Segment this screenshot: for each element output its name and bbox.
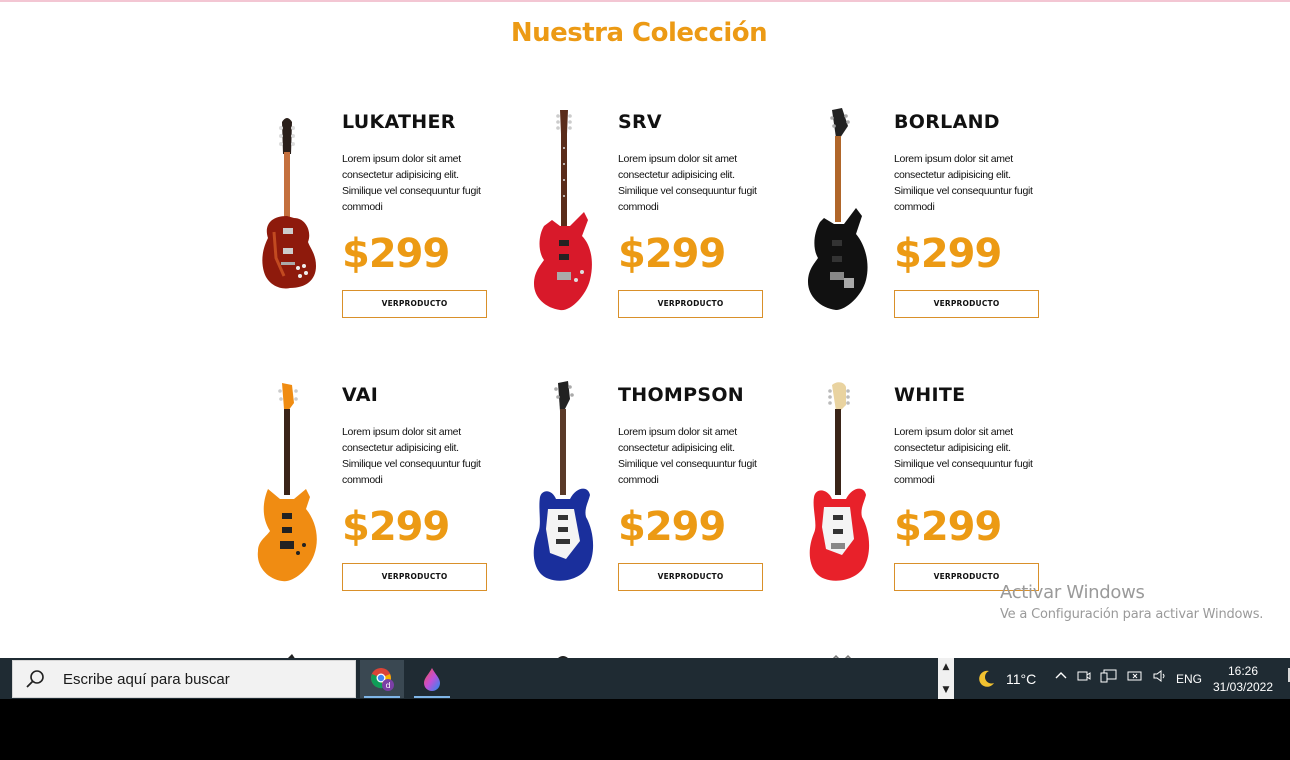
battery-power-icon[interactable] [1126,668,1144,689]
guitar-image-white [809,382,870,581]
product-name: WHITE [894,384,966,406]
clock-date: 31/03/2022 [1212,679,1274,694]
product-description: Lorem ipsum dolor sit amet consectetur a… [342,153,481,213]
taskbar-clock[interactable]: 16:26 31/03/2022 [1208,658,1278,699]
product-description: Lorem ipsum dolor sit amet consectetur a… [894,153,1033,213]
language-indicator[interactable]: ENG [1176,658,1202,699]
taskbar-app-paint[interactable] [410,660,454,698]
scroll-down-icon[interactable]: ▼ [938,683,954,697]
view-product-button[interactable]: VERPRODUCTO [618,563,763,591]
product-price: $299 [894,231,1002,277]
product-description: Lorem ipsum dolor sit amet consectetur a… [618,153,757,213]
view-product-button[interactable]: VERPRODUCTO [618,290,763,318]
product-card: SRV Lorem ipsum dolor sit amet consectet… [530,108,800,348]
view-product-button[interactable]: VERPRODUCTO [342,290,487,318]
view-product-button[interactable]: VERPRODUCTO [342,563,487,591]
guitar-image-thompson [533,381,594,581]
network-icon[interactable] [1100,668,1118,689]
weather-widget[interactable]: 11°C [976,658,1036,699]
active-app-indicator [364,696,400,698]
guitar-image-srv [534,110,592,311]
product-name: SRV [618,111,662,133]
product-description: Lorem ipsum dolor sit amet consectetur a… [618,426,757,486]
product-description: Lorem ipsum dolor sit amet consectetur a… [894,426,1033,486]
product-name: THOMPSON [618,384,744,406]
svg-text:d: d [385,681,390,690]
scroll-up-icon[interactable]: ▲ [938,660,954,674]
taskbar-app-chrome[interactable]: d [360,660,404,698]
top-border [0,0,1290,2]
paint-drop-icon [424,668,440,691]
product-card: VAI Lorem ipsum dolor sit amet consectet… [254,381,524,621]
moon-icon [979,670,994,687]
product-price: $299 [894,504,1002,550]
meet-now-icon[interactable] [1076,668,1092,689]
product-price: $299 [342,504,450,550]
guitar-image-vai [257,383,317,582]
scroll-control[interactable]: ▲ ▼ [938,658,954,699]
product-name: BORLAND [894,111,1000,133]
clock-time: 16:26 [1227,663,1259,678]
product-price: $299 [618,504,726,550]
page: Nuestra Colección LUKATHER Lorem ipsum d… [0,0,1290,658]
app-indicator [414,696,450,698]
product-name: LUKATHER [342,111,456,133]
volume-icon[interactable] [1152,668,1168,689]
windows-activation-watermark: Activar Windows Ve a Configuración para … [1000,582,1263,625]
screen-bottom-bezel [0,699,1290,760]
chevron-up-icon[interactable] [1054,669,1068,688]
guitar-image-lukather [262,118,316,289]
search-icon [26,670,44,688]
section-title: Nuestra Colección [510,18,768,48]
taskbar-search[interactable]: Escribe aquí para buscar [12,660,356,698]
product-name: VAI [342,384,379,406]
product-description: Lorem ipsum dolor sit amet consectetur a… [342,426,481,486]
product-price: $299 [618,231,726,277]
watermark-subtitle: Ve a Configuración para activar Windows. [1000,607,1264,622]
chrome-icon: d [371,668,394,691]
product-card: THOMPSON Lorem ipsum dolor sit amet cons… [530,381,800,621]
system-tray [1054,658,1176,699]
product-price: $299 [342,231,450,277]
product-card: BORLAND Lorem ipsum dolor sit amet conse… [806,108,1076,348]
weather-temperature: 11°C [1006,670,1037,687]
guitar-image-borland [808,108,868,310]
view-product-button[interactable]: VERPRODUCTO [894,290,1039,318]
product-card: LUKATHER Lorem ipsum dolor sit amet cons… [254,108,524,348]
watermark-title: Activar Windows [1000,582,1145,603]
search-placeholder: Escribe aquí para buscar [63,670,230,688]
